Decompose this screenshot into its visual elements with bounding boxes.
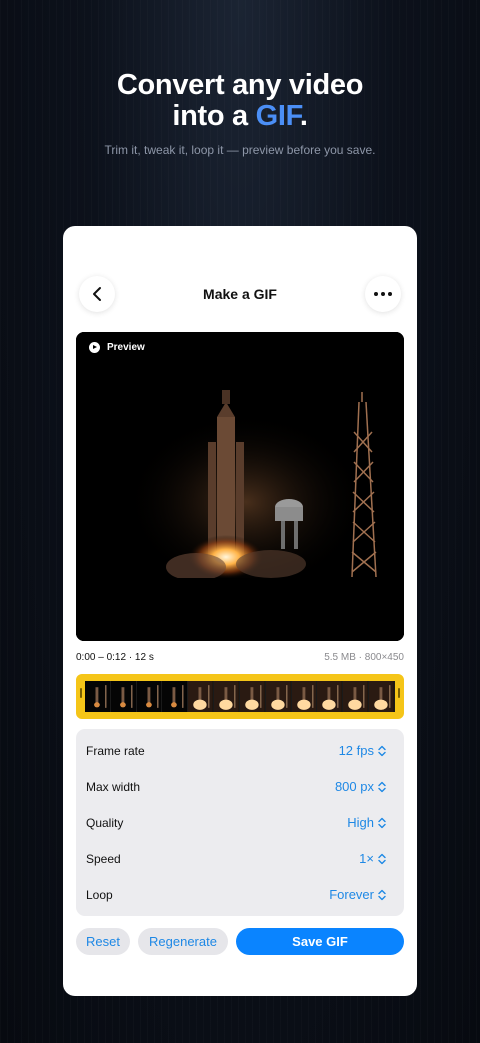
- setting-label: Loop: [86, 888, 113, 902]
- setting-label: Frame rate: [86, 744, 145, 758]
- setting-row-max-width[interactable]: Max width 800 px: [86, 777, 386, 797]
- hero-title-line2-prefix: into a: [172, 100, 256, 132]
- timeline-frame: [214, 681, 240, 712]
- more-button[interactable]: [365, 276, 401, 312]
- trim-timeline[interactable]: [76, 674, 404, 719]
- settings-panel: Frame rate 12 fps Max width 800 px Quali…: [76, 729, 404, 916]
- timeline-frame: [343, 681, 370, 712]
- timeline-frame: [317, 681, 344, 712]
- reset-button[interactable]: Reset: [76, 928, 130, 955]
- video-preview[interactable]: Preview: [76, 332, 404, 641]
- save-gif-button[interactable]: Save GIF: [236, 928, 404, 955]
- timeline-frame: [85, 681, 111, 712]
- ellipsis-icon: [374, 292, 392, 296]
- timeline-frame: [239, 681, 266, 712]
- timeline-frame: [162, 681, 189, 712]
- nav-bar: Make a GIF: [79, 276, 401, 312]
- timeline-frame: [136, 681, 163, 712]
- clip-info: 5.5 MB · 800×450: [324, 652, 404, 663]
- trim-handle-left[interactable]: [80, 688, 82, 698]
- setting-label: Max width: [86, 780, 141, 794]
- setting-value[interactable]: 12 fps: [339, 743, 386, 758]
- hero-subtitle: Trim it, tweak it, loop it — preview bef…: [104, 143, 376, 157]
- play-icon: [89, 342, 100, 353]
- setting-row-loop[interactable]: Loop Forever: [86, 885, 386, 905]
- hero-title-line1: Convert any video: [116, 69, 364, 101]
- timeline-frame: [110, 681, 137, 712]
- setting-value-text: 12 fps: [338, 743, 374, 758]
- setting-row-quality[interactable]: Quality High: [86, 813, 386, 833]
- setting-label: Quality: [86, 816, 124, 830]
- setting-row-frame-rate[interactable]: Frame rate 12 fps: [86, 741, 386, 761]
- timeline-frames: [85, 681, 395, 712]
- setting-value[interactable]: Forever: [329, 887, 386, 902]
- setting-value-text: Forever: [329, 887, 374, 902]
- setting-row-speed[interactable]: Speed 1×: [86, 849, 386, 869]
- setting-label: Speed: [86, 852, 121, 866]
- launch-scene-image: [76, 332, 404, 641]
- setting-value-text: 800 px: [334, 779, 374, 794]
- timeline-frame: [265, 681, 292, 712]
- chevron-up-down-icon: [378, 817, 386, 828]
- hero-title: Convert any video into a GIF.: [0, 70, 480, 132]
- hero-title-suffix: .: [299, 100, 308, 132]
- trim-handle-right[interactable]: [398, 688, 400, 698]
- setting-value[interactable]: 1×: [359, 851, 386, 866]
- gif-editor-card: Make a GIF Preview 0:00 – 0:12 · 12 s 5.…: [63, 226, 417, 996]
- chevron-up-down-icon: [378, 853, 386, 864]
- timeline-frame: [188, 681, 215, 712]
- page-title: Make a GIF: [203, 286, 277, 302]
- timeline-frame: [291, 681, 318, 712]
- clip-range: 0:00 – 0:12 · 12 s: [76, 652, 154, 663]
- regenerate-button[interactable]: Regenerate: [138, 928, 228, 955]
- hero: Convert any video into a GIF. Trim it, t…: [0, 70, 480, 158]
- preview-label: Preview: [107, 342, 145, 353]
- timeline-frame: [369, 681, 395, 712]
- setting-value[interactable]: 800 px: [335, 779, 386, 794]
- action-bar: Reset Regenerate Save GIF: [76, 928, 404, 955]
- setting-value-text: High: [347, 815, 374, 830]
- hero-title-accent: GIF: [255, 100, 301, 132]
- chevron-up-down-icon: [378, 781, 386, 792]
- setting-value-text: 1×: [359, 851, 374, 866]
- chevron-up-down-icon: [378, 745, 386, 756]
- preview-badge: Preview: [89, 342, 145, 353]
- setting-value[interactable]: High: [347, 815, 386, 830]
- chevron-up-down-icon: [378, 889, 386, 900]
- clip-meta: 0:00 – 0:12 · 12 s 5.5 MB · 800×450: [76, 652, 404, 666]
